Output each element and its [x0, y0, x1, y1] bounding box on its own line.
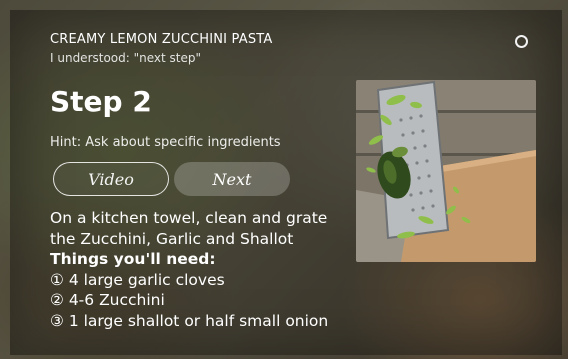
alexa-ring-icon: [515, 35, 528, 48]
ingredient-item: ① 4 large garlic cloves: [50, 270, 225, 289]
step-heading: Step 2: [50, 85, 152, 118]
video-button[interactable]: Video: [53, 162, 169, 196]
hint-text: Hint: Ask about specific ingredients: [50, 135, 281, 150]
next-button[interactable]: Next: [174, 162, 290, 196]
speech-transcript: I understood: "next step": [50, 51, 202, 65]
ingredient-item: ② 4-6 Zucchini: [50, 291, 165, 309]
step-instructions: On a kitchen towel, clean and grate the …: [50, 208, 350, 331]
instruction-line: the Zucchini, Garlic and Shallot: [50, 229, 294, 248]
ingredient-item: ③ 1 large shallot or half small onion: [50, 311, 329, 330]
instruction-line: On a kitchen towel, clean and grate: [50, 209, 328, 227]
recipe-title: CREAMY LEMON ZUCCHINI PASTA: [50, 32, 273, 47]
step-photo: [356, 80, 536, 262]
things-needed-heading: Things you'll need:: [50, 250, 216, 268]
